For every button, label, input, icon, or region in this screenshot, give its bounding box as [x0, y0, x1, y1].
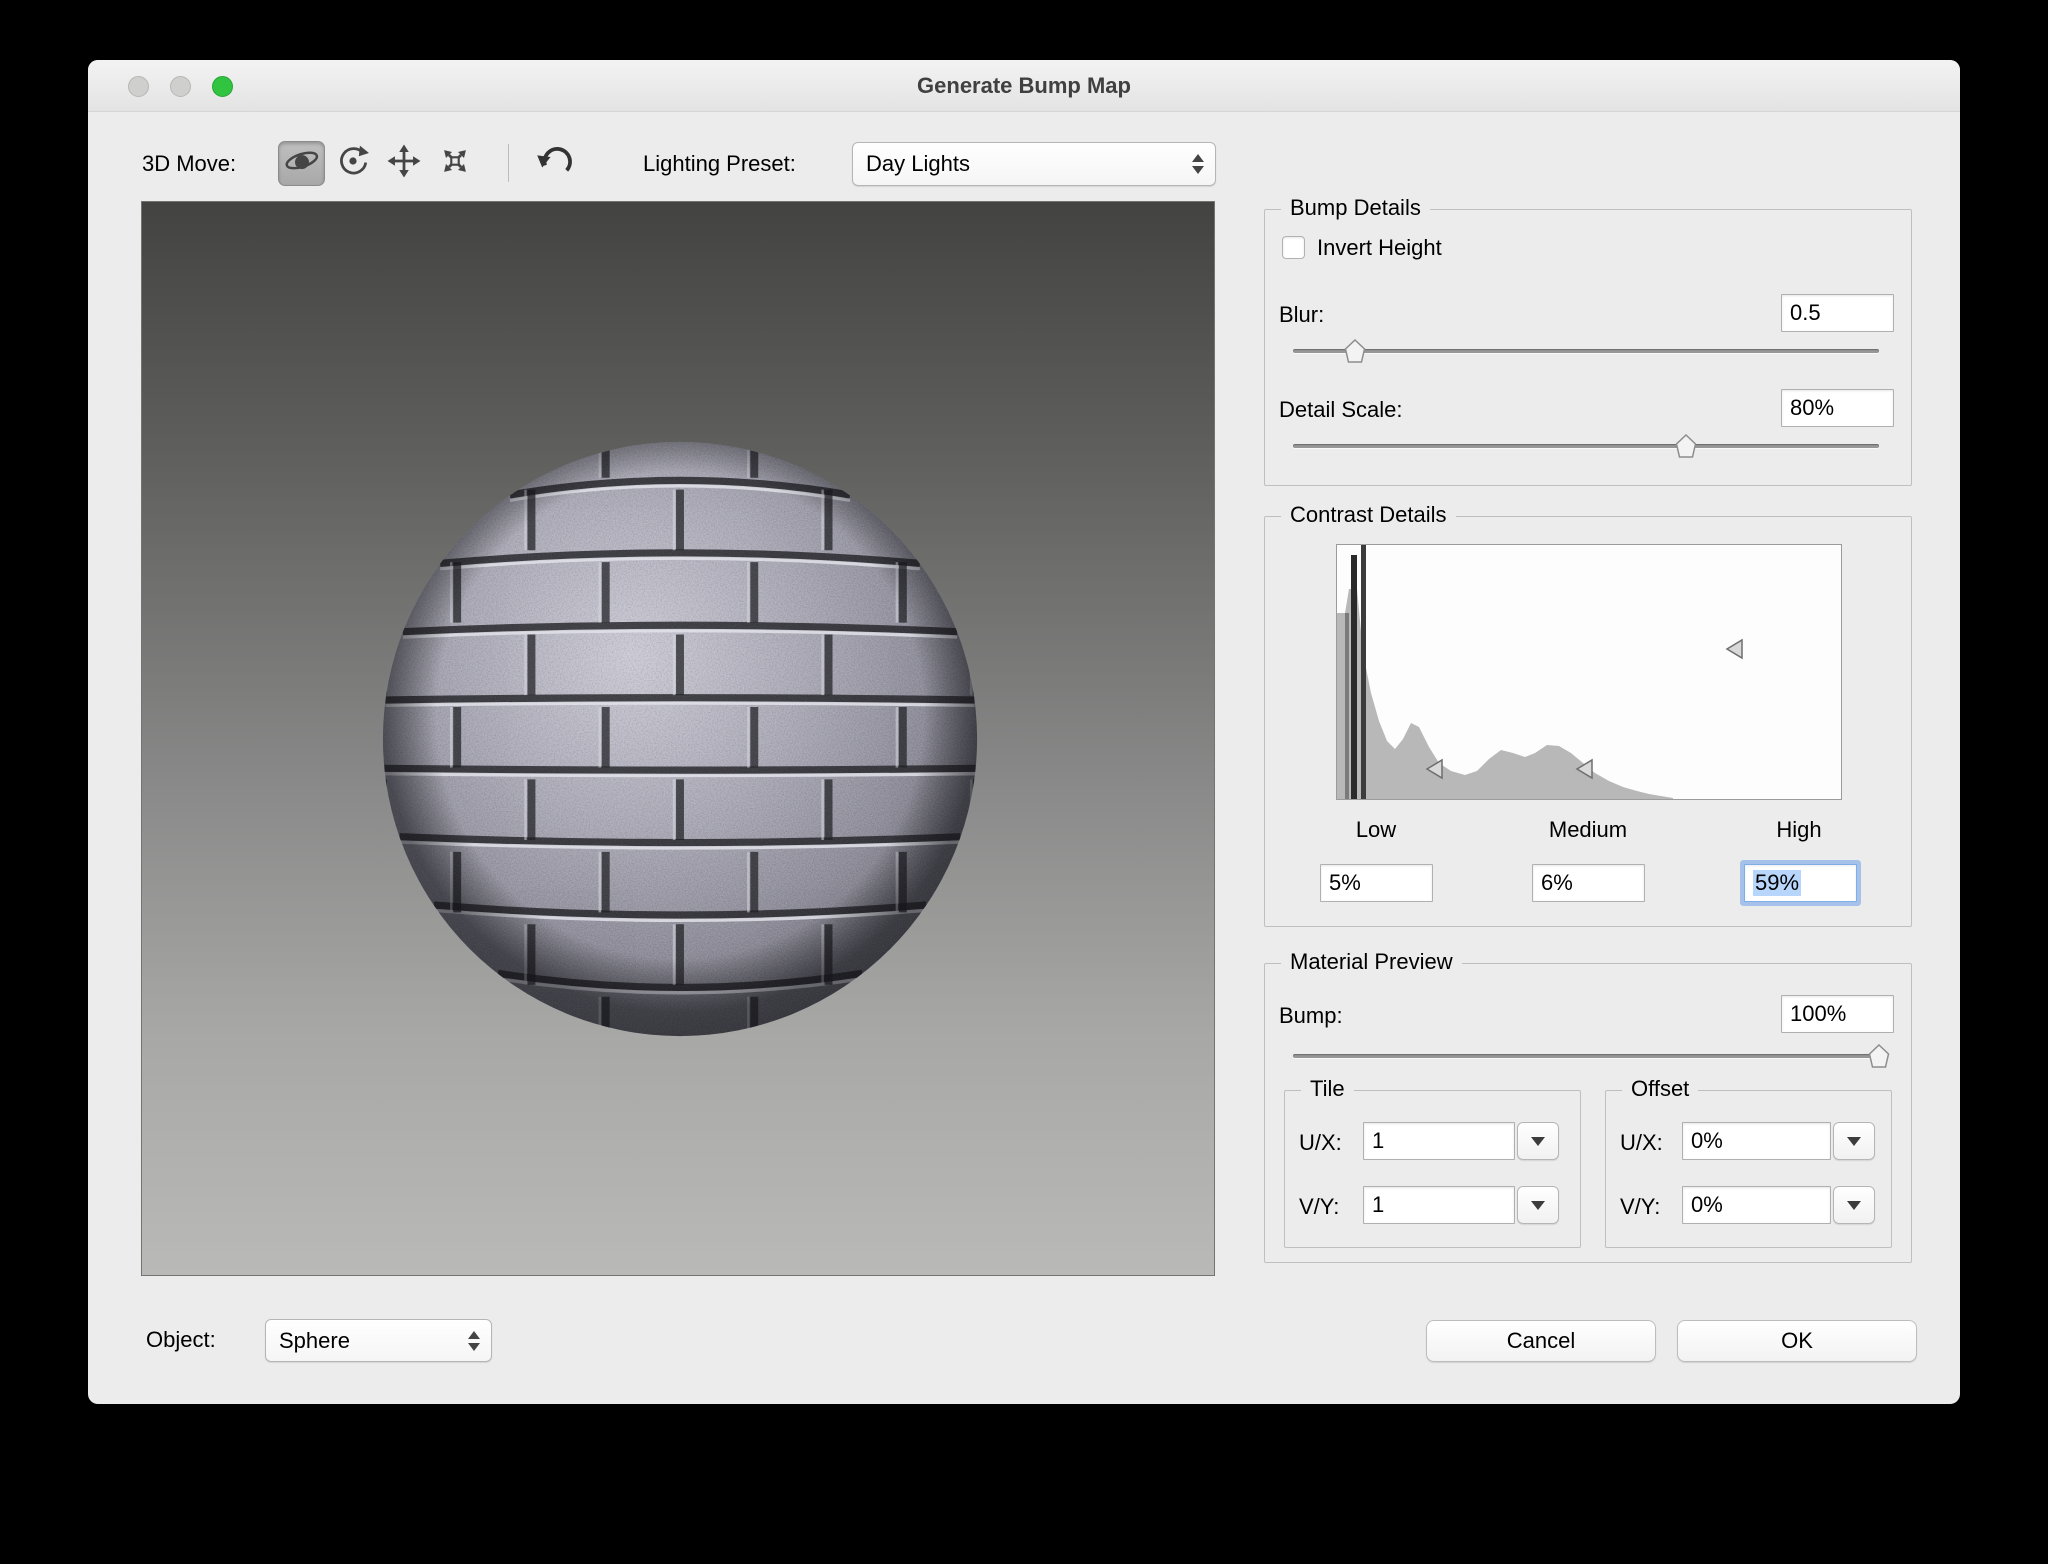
contrast-low-marker[interactable] — [1425, 758, 1445, 785]
cancel-button-label: Cancel — [1507, 1328, 1575, 1354]
offset-vy-input[interactable] — [1682, 1186, 1831, 1224]
3d-preview-canvas[interactable] — [141, 201, 1215, 1276]
tile-vy-dropdown-button[interactable] — [1517, 1186, 1559, 1224]
toolbar-divider — [508, 144, 509, 182]
pan-camera-tool[interactable] — [380, 141, 427, 186]
tile-group: Tile U/X: V/Y: — [1284, 1090, 1581, 1248]
cancel-button[interactable]: Cancel — [1426, 1320, 1656, 1362]
contrast-medium-input[interactable] — [1532, 864, 1645, 902]
medium-label: Medium — [1548, 817, 1628, 843]
roll-camera-tool[interactable] — [329, 141, 376, 186]
zoom-button[interactable] — [212, 76, 233, 97]
title-bar[interactable]: Generate Bump Map — [88, 60, 1960, 112]
orbit-icon — [284, 143, 320, 184]
contrast-histogram — [1336, 544, 1842, 800]
offset-ux-input[interactable] — [1682, 1122, 1831, 1160]
contrast-high-marker[interactable] — [1725, 638, 1745, 665]
contrast-details-group: Contrast Details Low Medium High 59 — [1264, 516, 1912, 927]
material-preview-group: Material Preview Bump: Tile U/X: V/Y: Of… — [1264, 963, 1912, 1263]
blur-label: Blur: — [1279, 302, 1324, 328]
contrast-low-input[interactable] — [1320, 864, 1433, 902]
detail-scale-slider[interactable] — [1293, 433, 1879, 459]
bump-details-title: Bump Details — [1281, 195, 1430, 221]
selected-text: 59% — [1753, 870, 1801, 896]
bump-details-group: Bump Details Invert Height Blur: Detail … — [1264, 209, 1912, 486]
popup-arrows-icon — [468, 1331, 480, 1351]
object-value: Sphere — [266, 1328, 350, 1354]
material-preview-title: Material Preview — [1281, 949, 1462, 975]
contrast-high-input[interactable]: 59% — [1744, 864, 1857, 902]
slide-icon — [438, 144, 472, 183]
detail-scale-slider-thumb[interactable] — [1675, 434, 1696, 463]
detail-scale-input[interactable] — [1781, 389, 1894, 427]
offset-ux-dropdown-button[interactable] — [1833, 1122, 1875, 1160]
bump-slider-track[interactable] — [1293, 1054, 1879, 1058]
lighting-preset-value: Day Lights — [853, 151, 970, 177]
tile-ux-label: U/X: — [1299, 1130, 1342, 1156]
bump-slider-thumb[interactable] — [1869, 1044, 1890, 1073]
move-tools-label: 3D Move: — [142, 141, 236, 186]
roll-icon — [336, 144, 370, 183]
tile-title: Tile — [1301, 1076, 1354, 1102]
ok-button-label: OK — [1781, 1328, 1813, 1354]
bump-slider[interactable] — [1293, 1043, 1879, 1069]
reset-camera-icon — [535, 144, 575, 185]
high-label: High — [1759, 817, 1839, 843]
generate-bump-map-dialog: Generate Bump Map 3D Move: — [88, 60, 1960, 1404]
offset-vy-label: V/Y: — [1620, 1194, 1660, 1220]
chevron-down-icon — [1531, 1201, 1545, 1210]
sphere-preview — [373, 432, 987, 1046]
tile-ux-dropdown-button[interactable] — [1517, 1122, 1559, 1160]
reset-camera-button[interactable] — [530, 142, 580, 186]
contrast-details-title: Contrast Details — [1281, 502, 1456, 528]
offset-vy-dropdown-button[interactable] — [1833, 1186, 1875, 1224]
offset-group: Offset U/X: V/Y: — [1605, 1090, 1892, 1248]
orbit-camera-tool[interactable] — [278, 141, 325, 186]
contrast-medium-marker[interactable] — [1575, 758, 1595, 785]
pan-icon — [387, 144, 421, 183]
ok-button[interactable]: OK — [1677, 1320, 1917, 1362]
popup-arrows-icon — [1192, 154, 1204, 174]
tile-ux-input[interactable] — [1363, 1122, 1515, 1160]
bump-input[interactable] — [1781, 995, 1894, 1033]
lighting-preset-popup[interactable]: Day Lights — [852, 142, 1216, 186]
offset-ux-label: U/X: — [1620, 1130, 1663, 1156]
object-label: Object: — [146, 1327, 216, 1353]
blur-slider[interactable] — [1293, 338, 1879, 364]
minimize-button[interactable] — [170, 76, 191, 97]
blur-slider-track[interactable] — [1293, 349, 1879, 353]
invert-height-label: Invert Height — [1317, 235, 1442, 261]
offset-title: Offset — [1622, 1076, 1698, 1102]
invert-height-checkbox[interactable] — [1282, 236, 1305, 259]
blur-slider-thumb[interactable] — [1344, 339, 1365, 368]
close-button[interactable] — [128, 76, 149, 97]
tile-vy-label: V/Y: — [1299, 1194, 1339, 1220]
slide-camera-tool[interactable] — [431, 141, 478, 186]
tile-vy-input[interactable] — [1363, 1186, 1515, 1224]
chevron-down-icon — [1531, 1137, 1545, 1146]
low-label: Low — [1336, 817, 1416, 843]
bump-label: Bump: — [1279, 1003, 1343, 1029]
detail-scale-label: Detail Scale: — [1279, 397, 1403, 423]
detail-scale-slider-track[interactable] — [1293, 444, 1879, 448]
object-popup[interactable]: Sphere — [265, 1319, 492, 1362]
chevron-down-icon — [1847, 1137, 1861, 1146]
blur-input[interactable] — [1781, 294, 1894, 332]
window-title: Generate Bump Map — [88, 60, 1960, 112]
chevron-down-icon — [1847, 1201, 1861, 1210]
lighting-preset-label: Lighting Preset: — [643, 141, 796, 186]
